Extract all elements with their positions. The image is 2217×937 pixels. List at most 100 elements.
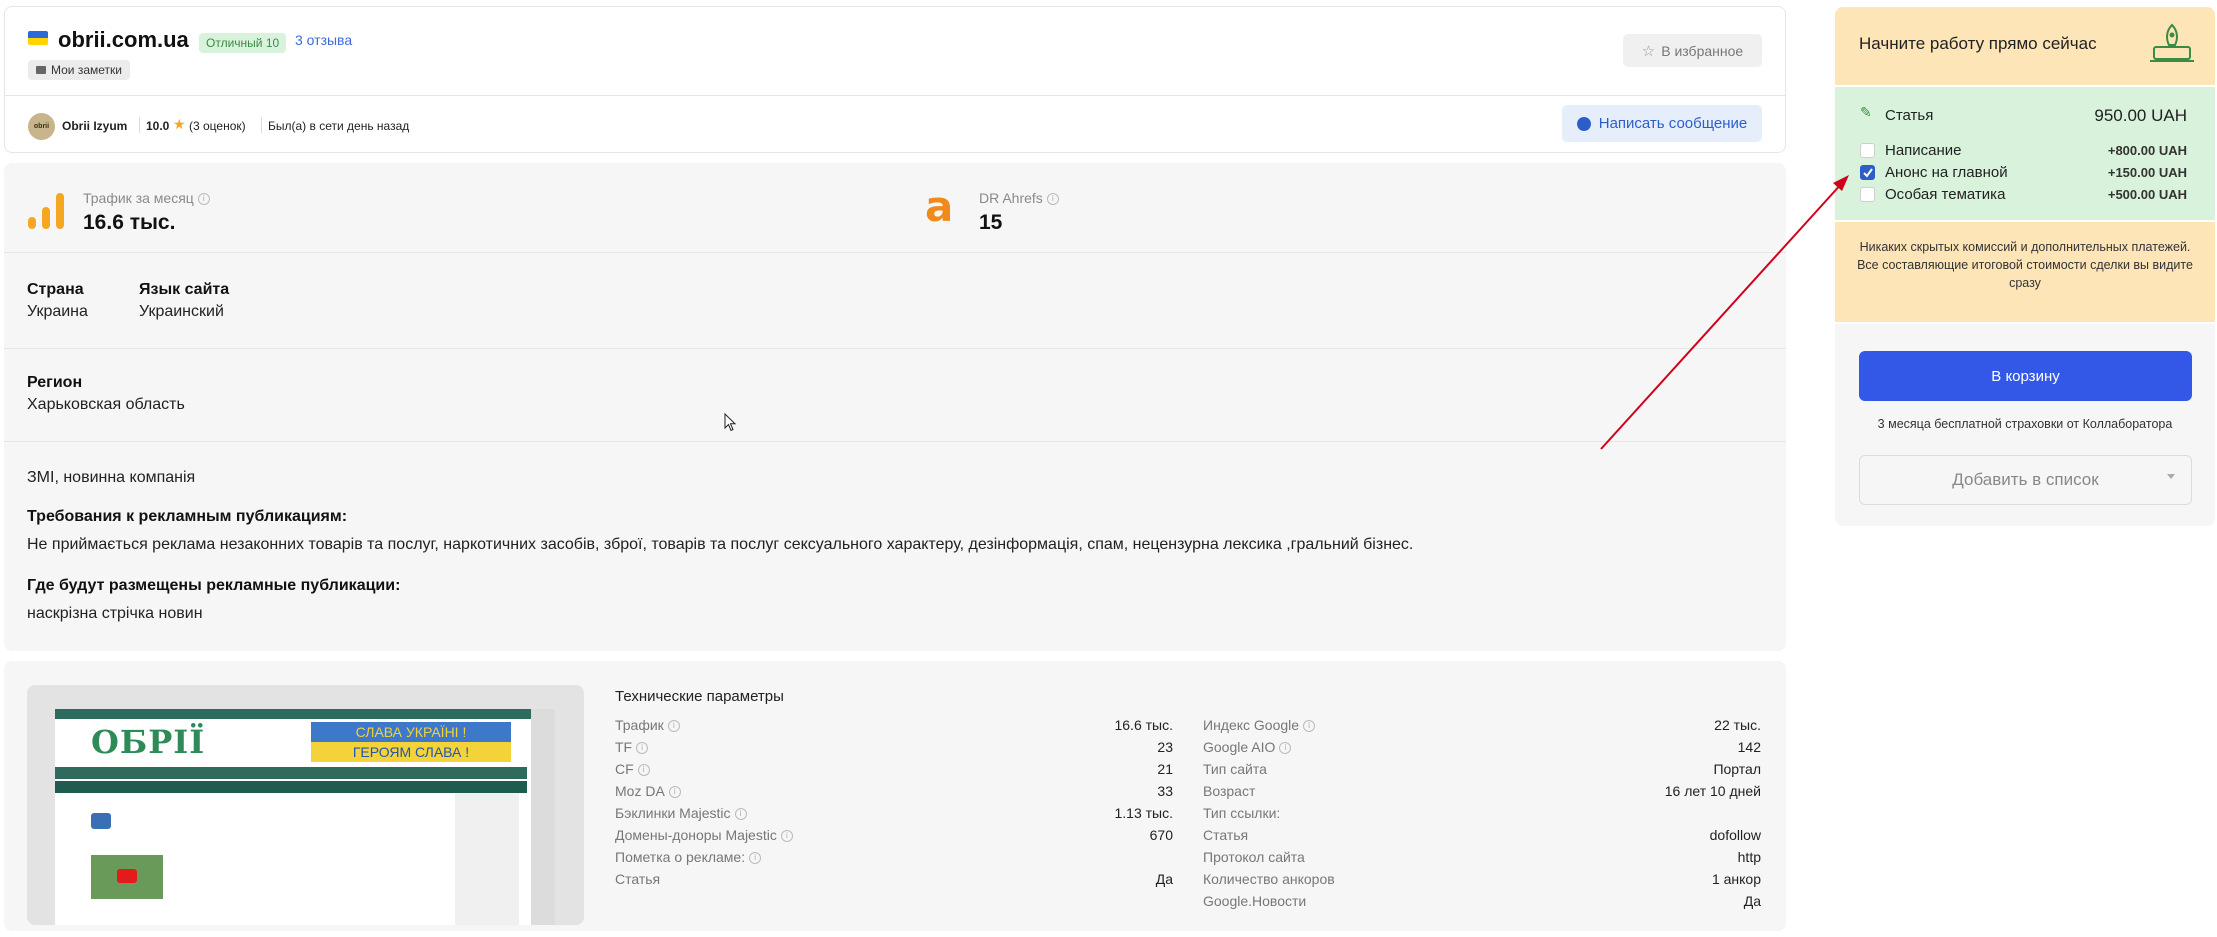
tech-param-row: CF i 21	[615, 761, 1173, 777]
chevron-down-icon	[2167, 474, 2175, 479]
reviews-link[interactable]: 3 отзыва	[295, 32, 352, 48]
feather-icon: ✎	[1860, 104, 1872, 120]
tech-param-label: Индекс Google	[1203, 717, 1300, 733]
site-header-card: obrii.com.ua Отличный 10 3 отзыва Мои за…	[4, 6, 1786, 153]
owner-name[interactable]: Obrii Izyum	[62, 119, 127, 133]
tech-param-label: CF	[615, 761, 634, 777]
option-label[interactable]: Особая тематика	[1885, 186, 2005, 203]
tech-param-label: Google AIO	[1203, 739, 1276, 755]
option-label[interactable]: Анонс на главной	[1885, 164, 2008, 181]
tech-param-value: 1 анкор	[1711, 871, 1761, 887]
info-icon[interactable]: i	[1303, 720, 1316, 733]
thumb-logo: ОБРІЇ	[91, 723, 206, 761]
option-checkbox[interactable]	[1860, 143, 1875, 158]
option-label[interactable]: Написание	[1885, 142, 1962, 159]
message-label: Написать сообщение	[1598, 115, 1748, 132]
write-message-button[interactable]: Написать сообщение	[1562, 105, 1762, 142]
traffic-bars-icon	[28, 193, 64, 229]
thumb-banner: СЛАВА УКРАЇНІ ! ГЕРОЯМ СЛАВА !	[311, 722, 511, 762]
add-to-list-label: Добавить в список	[1952, 470, 2099, 489]
tech-param-value: http	[1737, 849, 1761, 865]
insurance-text: 3 месяца бесплатной страховки от Коллабо…	[1877, 417, 2173, 431]
info-icon[interactable]: i	[668, 786, 681, 799]
info-icon[interactable]: i	[780, 830, 793, 843]
tech-param-row: Протокол сайта http	[1203, 849, 1761, 865]
tech-param-value: 22 тыс.	[1714, 717, 1761, 733]
tech-param-value: Портал	[1713, 761, 1761, 777]
option-checkbox[interactable]	[1860, 165, 1875, 180]
tech-param-row: Трафик i 16.6 тыс.	[615, 717, 1173, 733]
favorite-label: В избранное	[1661, 42, 1744, 59]
option-checkbox[interactable]	[1860, 187, 1875, 202]
order-panel-title: Начните работу прямо сейчас	[1859, 34, 2097, 53]
site-description: ЗМІ, новинна компанія	[27, 469, 196, 486]
notice-text: Никаких скрытых комиссий и дополнительны…	[1857, 240, 2193, 290]
info-icon[interactable]: i	[749, 852, 762, 865]
tech-param-label: Тип ссылки:	[1203, 805, 1281, 821]
sep	[261, 117, 262, 133]
placement-label: Где будут размещены рекламные публикации…	[27, 577, 401, 594]
rocket-laptop-icon	[2150, 23, 2194, 62]
site-title[interactable]: obrii.com.ua	[58, 27, 189, 53]
thumb-icon	[91, 813, 111, 829]
tech-param-label: Домены-доноры Majestic	[615, 827, 777, 843]
thumb-topbar	[55, 709, 555, 719]
tech-param-label: Статья	[615, 871, 661, 887]
owner-status: Был(а) в сети день назад	[268, 119, 410, 133]
language-value: Украинский	[139, 303, 224, 320]
site-screenshot-preview[interactable]: ОБРІЇ СЛАВА УКРАЇНІ ! ГЕРОЯМ СЛАВА !	[27, 685, 584, 925]
tech-param-row: Домены-доноры Majestic i 670	[615, 827, 1173, 843]
thumb-banner-line2: ГЕРОЯМ СЛАВА !	[352, 744, 470, 760]
tech-param-row: Возраст 16 лет 10 дней	[1203, 783, 1761, 799]
dr-label-text: DR Ahrefs	[979, 190, 1043, 206]
info-icon[interactable]: i	[197, 193, 210, 206]
divider	[4, 252, 1786, 253]
country-value: Украина	[27, 303, 88, 320]
tech-param-label: Пометка о рекламе:	[615, 849, 746, 865]
add-to-cart-button[interactable]: В корзину	[1859, 351, 2192, 401]
option-price: +150.00 UAH	[2107, 165, 2187, 180]
sep	[139, 117, 140, 133]
info-icon[interactable]: i	[636, 742, 649, 755]
tech-param-row: Индекс Google i 22 тыс.	[1203, 717, 1761, 733]
info-icon[interactable]: i	[1279, 742, 1292, 755]
tech-params-left: Трафик i 16.6 тыс. TF i 23 CF i 21 Moz DA i 33 Бэкли…	[615, 717, 1173, 937]
traffic-label: Трафик за месяц i	[83, 190, 210, 206]
add-to-list-button[interactable]: Добавить в список	[1859, 455, 2192, 505]
requirements-value: Не приймається реклама незаконних товарі…	[27, 536, 1414, 553]
order-panel-header: Начните работу прямо сейчас	[1835, 7, 2215, 85]
header-divider	[5, 95, 1785, 96]
tech-param-label: Статья	[1203, 827, 1249, 843]
favorite-button[interactable]: ☆ В избранное	[1623, 34, 1762, 67]
tech-param-value: Да	[1155, 871, 1173, 887]
tech-param-row: Статья dofollow	[1203, 827, 1761, 843]
info-icon[interactable]: i	[637, 764, 650, 777]
avatar[interactable]: obrii	[28, 113, 55, 140]
traffic-label-text: Трафик за месяц	[83, 190, 194, 206]
tech-param-label: Тип сайта	[1203, 761, 1267, 777]
tech-param-row: Количество анкоров 1 анкор	[1203, 871, 1761, 887]
info-icon[interactable]: i	[667, 720, 680, 733]
tech-param-label: Возраст	[1203, 783, 1256, 799]
tech-param-row: Moz DA i 33	[615, 783, 1173, 799]
mouse-cursor-icon	[724, 413, 737, 432]
article-label: Статья	[1885, 107, 1934, 124]
tech-param-row: Бэклинки Majestic i 1.13 тыс.	[615, 805, 1173, 821]
info-icon[interactable]: i	[734, 808, 747, 821]
avatar-text: obrii	[33, 123, 50, 130]
region-label: Регион	[27, 374, 83, 391]
order-options: ✎ Статья 950.00 UAH Написание +800.00 UAH…	[1835, 87, 2215, 220]
tech-param-label: Google.Новости	[1203, 893, 1307, 909]
tech-param-value: 21	[1157, 761, 1173, 777]
dr-value: 15	[979, 211, 1003, 234]
tech-param-row: Тип ссылки:	[1203, 805, 1761, 821]
ahrefs-logo-icon: a	[925, 182, 954, 231]
thumb-nav	[55, 767, 527, 779]
tech-param-row: Google.Новости Да	[1203, 893, 1761, 909]
language-label: Язык сайта	[139, 281, 230, 298]
tech-param-label: Количество анкоров	[1203, 871, 1335, 887]
ukraine-flag-icon	[28, 31, 48, 45]
info-icon[interactable]: i	[1046, 193, 1059, 206]
notes-tag[interactable]: Мои заметки	[28, 60, 130, 80]
tech-param-label: Бэклинки Majestic	[615, 805, 731, 821]
